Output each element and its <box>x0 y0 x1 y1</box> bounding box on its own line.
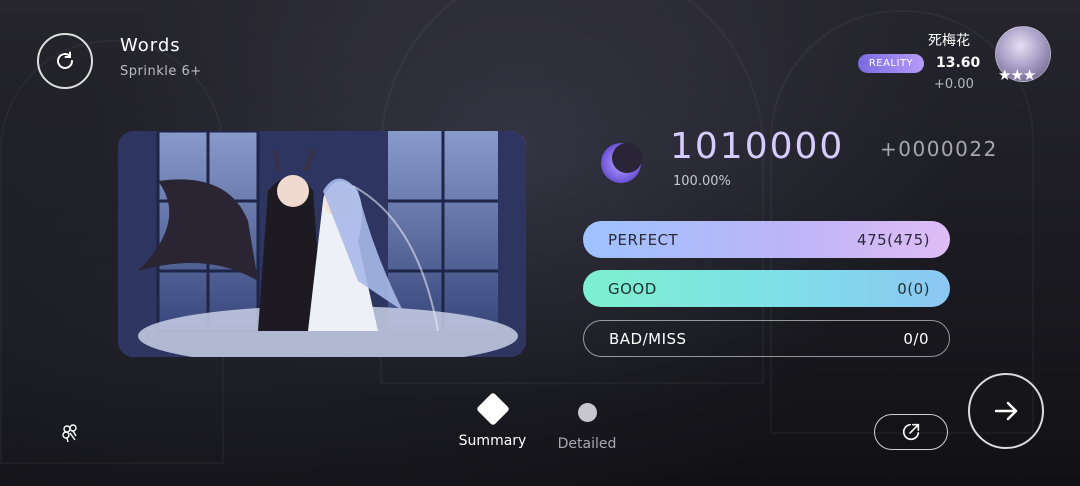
judgement-count: 475(475) <box>857 230 930 249</box>
song-difficulty-level: Sprinkle 6+ <box>120 64 202 79</box>
reality-badge: REALITY <box>858 54 924 73</box>
arrow-right-icon <box>994 401 1018 421</box>
share-button[interactable] <box>874 414 948 450</box>
judgement-count: 0/0 <box>903 329 929 348</box>
dot-icon <box>577 403 597 422</box>
judgement-bad-miss-bar: BAD/MISS 0/0 <box>583 320 950 357</box>
rks-value: 13.60 <box>936 55 981 71</box>
judgement-label: PERFECT <box>608 230 679 249</box>
tab-detailed-label: Detailed <box>557 436 617 452</box>
song-title: Words <box>120 35 181 56</box>
diamond-icon <box>475 392 510 426</box>
flower-icon[interactable] <box>58 421 82 445</box>
song-jacket-illustration <box>118 131 526 357</box>
accuracy-value: 100.00% <box>673 174 731 189</box>
rks-delta: +0.00 <box>934 77 974 92</box>
judgement-perfect-bar: PERFECT 475(475) <box>583 221 950 258</box>
challenge-stars: ★★★ <box>998 66 1036 84</box>
judgement-label: GOOD <box>608 279 657 298</box>
player-name: 死梅花 <box>928 33 970 49</box>
share-icon <box>902 423 920 441</box>
score-delta: +0000022 <box>880 137 998 161</box>
retry-icon <box>57 51 73 69</box>
retry-button[interactable] <box>37 33 93 89</box>
judgement-good-bar: GOOD 0(0) <box>583 270 950 307</box>
crescent-moon-icon <box>601 143 642 183</box>
score-value: 1010000 <box>670 126 845 167</box>
jacket-art <box>118 131 526 357</box>
judgement-label: BAD/MISS <box>609 329 687 348</box>
next-button[interactable] <box>968 373 1044 449</box>
judgement-count: 0(0) <box>897 279 930 298</box>
tab-summary[interactable]: Summary <box>455 392 530 449</box>
tab-summary-label: Summary <box>458 433 527 449</box>
tab-detailed[interactable]: Detailed <box>552 393 622 452</box>
